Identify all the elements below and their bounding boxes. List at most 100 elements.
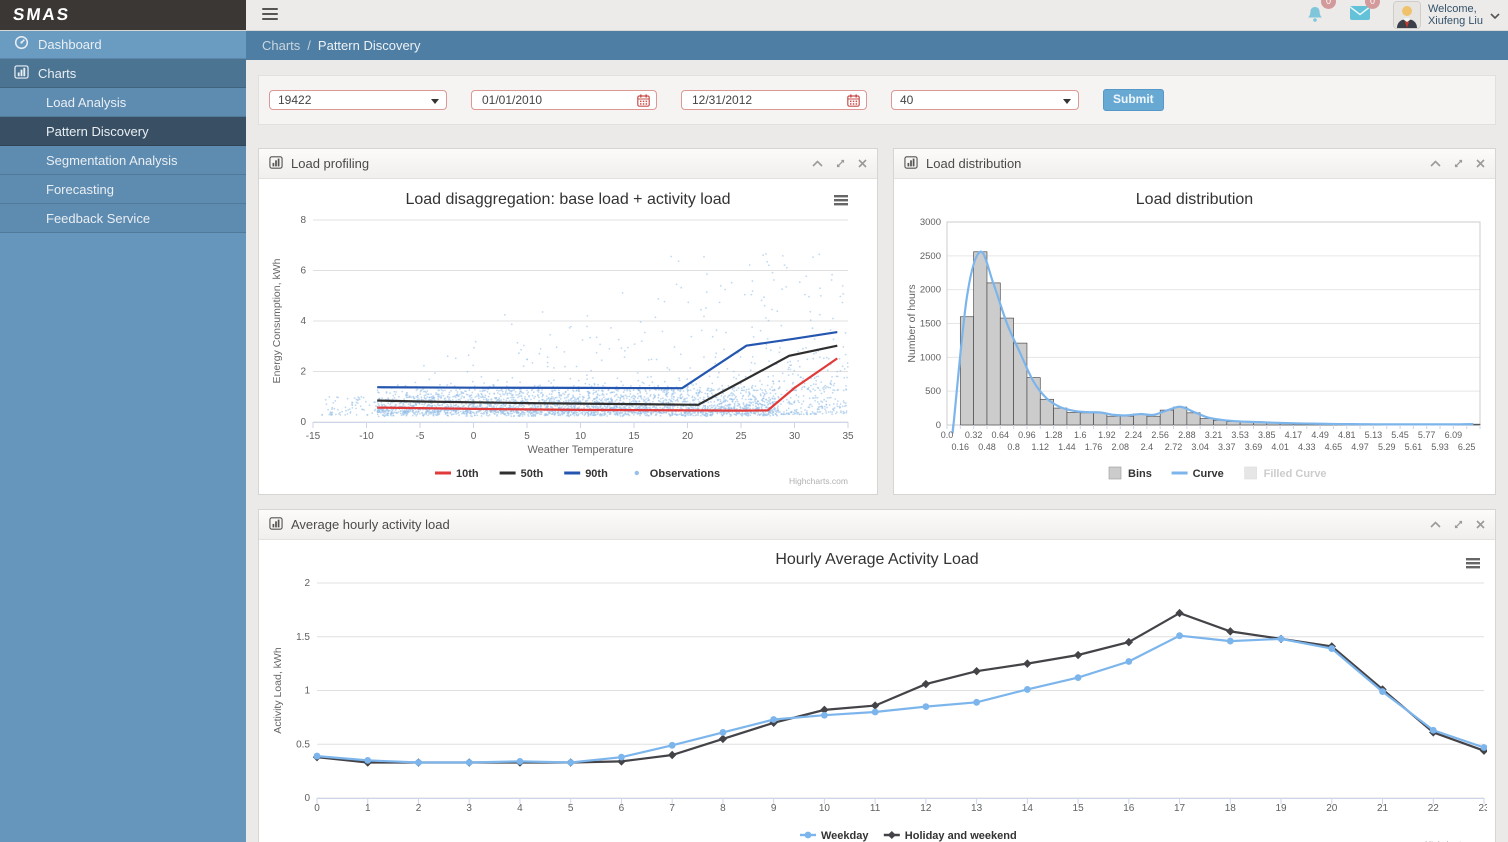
svg-text:0.64: 0.64 bbox=[992, 430, 1010, 440]
notifications-button[interactable]: 0 bbox=[1305, 5, 1327, 25]
svg-text:3: 3 bbox=[466, 803, 472, 814]
svg-text:30: 30 bbox=[789, 431, 801, 442]
app-logo: SMAS bbox=[0, 0, 246, 30]
svg-text:15: 15 bbox=[1073, 803, 1085, 814]
svg-text:15: 15 bbox=[628, 431, 640, 442]
svg-text:Energy Consumption, kWh: Energy Consumption, kWh bbox=[271, 258, 283, 383]
svg-text:2.72: 2.72 bbox=[1165, 442, 1183, 452]
start-date-field[interactable] bbox=[471, 90, 657, 110]
svg-text:2000: 2000 bbox=[920, 285, 941, 296]
sidebar-item-label: Load Analysis bbox=[46, 95, 126, 110]
messages-badge: 0 bbox=[1365, 0, 1380, 9]
legend-item[interactable]: 50th bbox=[500, 468, 544, 480]
svg-text:1.12: 1.12 bbox=[1032, 442, 1050, 452]
svg-text:4.97: 4.97 bbox=[1351, 442, 1369, 452]
welcome-text: Welcome,Xiufeng Liu bbox=[1428, 3, 1483, 27]
legend-item[interactable]: Weekday bbox=[800, 830, 869, 842]
panel-title: Average hourly activity load bbox=[291, 517, 450, 532]
svg-text:0: 0 bbox=[300, 417, 306, 428]
svg-text:-10: -10 bbox=[359, 431, 374, 442]
close-icon[interactable] bbox=[1476, 159, 1485, 168]
svg-text:2.4: 2.4 bbox=[1141, 442, 1154, 452]
content: 19422 40 bbox=[246, 60, 1508, 842]
series-50th bbox=[377, 346, 837, 405]
svg-text:Curve: Curve bbox=[1193, 468, 1224, 480]
expand-icon[interactable] bbox=[1453, 519, 1464, 530]
sidebar-item-label: Charts bbox=[38, 66, 76, 81]
sidebar: Dashboard Charts Load Analysis Pattern D… bbox=[0, 30, 246, 842]
svg-text:0.16: 0.16 bbox=[952, 442, 970, 452]
sidebar-item-feedback-service[interactable]: Feedback Service bbox=[0, 204, 246, 233]
svg-text:2.88: 2.88 bbox=[1178, 430, 1196, 440]
sidebar-item-pattern-discovery[interactable]: Pattern Discovery bbox=[0, 117, 246, 146]
svg-text:1.28: 1.28 bbox=[1045, 430, 1063, 440]
avatar bbox=[1393, 1, 1421, 29]
bins-select-value: 40 bbox=[900, 93, 913, 107]
legend-item[interactable]: Holiday and weekend bbox=[884, 830, 1017, 842]
svg-text:1500: 1500 bbox=[920, 319, 941, 330]
legend-item[interactable]: Curve bbox=[1172, 468, 1224, 480]
legend: 10th 50th 90th Observations bbox=[435, 468, 720, 480]
close-icon[interactable] bbox=[1476, 520, 1485, 529]
svg-text:Holiday and weekend: Holiday and weekend bbox=[905, 830, 1017, 842]
submit-button[interactable]: Submit bbox=[1103, 89, 1164, 111]
svg-text:17: 17 bbox=[1174, 803, 1186, 814]
svg-text:4: 4 bbox=[517, 803, 523, 814]
svg-text:2.24: 2.24 bbox=[1125, 430, 1143, 440]
svg-text:19: 19 bbox=[1275, 803, 1287, 814]
legend-item[interactable]: 90th bbox=[564, 468, 608, 480]
expand-icon[interactable] bbox=[835, 158, 846, 169]
legend-item[interactable]: Filled Curve bbox=[1245, 467, 1327, 480]
collapse-icon[interactable] bbox=[1430, 160, 1441, 167]
svg-text:10th: 10th bbox=[456, 468, 479, 480]
end-date-input[interactable] bbox=[690, 92, 858, 108]
svg-text:-15: -15 bbox=[306, 431, 321, 442]
collapse-icon[interactable] bbox=[812, 160, 823, 167]
svg-text:3.37: 3.37 bbox=[1218, 442, 1236, 452]
breadcrumb-page: Pattern Discovery bbox=[318, 38, 421, 53]
legend: Weekday Holiday and weekend bbox=[800, 830, 1017, 842]
sidebar-item-forecasting[interactable]: Forecasting bbox=[0, 175, 246, 204]
load-profiling-chart: Load disaggregation: base load + activit… bbox=[267, 187, 869, 493]
svg-text:20: 20 bbox=[1326, 803, 1338, 814]
end-date-field[interactable] bbox=[681, 90, 867, 110]
breadcrumb-separator: / bbox=[307, 38, 311, 53]
svg-text:0.8: 0.8 bbox=[1007, 442, 1020, 452]
breadcrumb-section[interactable]: Charts bbox=[262, 38, 300, 53]
series-90th bbox=[377, 332, 837, 388]
svg-text:14: 14 bbox=[1022, 803, 1034, 814]
legend-item[interactable]: Observations bbox=[635, 468, 721, 480]
sidebar-item-charts[interactable]: Charts bbox=[0, 59, 246, 88]
series-Holiday and weekend bbox=[313, 609, 1487, 767]
export-menu-icon[interactable] bbox=[1466, 558, 1480, 568]
load-distribution-panel: Load distribution Load distribution05001… bbox=[893, 148, 1496, 495]
svg-text:4.33: 4.33 bbox=[1298, 442, 1316, 452]
svg-text:35: 35 bbox=[842, 431, 854, 442]
sidebar-toggle-icon[interactable] bbox=[262, 8, 278, 22]
sidebar-item-segmentation-analysis[interactable]: Segmentation Analysis bbox=[0, 146, 246, 175]
legend-item[interactable]: 10th bbox=[435, 468, 479, 480]
svg-text:8: 8 bbox=[300, 215, 306, 226]
start-date-input[interactable] bbox=[480, 92, 648, 108]
user-menu[interactable]: Welcome,Xiufeng Liu bbox=[1393, 1, 1500, 29]
panel-chart-icon bbox=[269, 156, 283, 172]
svg-text:3.21: 3.21 bbox=[1205, 430, 1223, 440]
collapse-icon[interactable] bbox=[1430, 521, 1441, 528]
export-menu-icon[interactable] bbox=[834, 195, 848, 205]
svg-text:6: 6 bbox=[619, 803, 625, 814]
svg-text:Load disaggregation: base load: Load disaggregation: base load + activit… bbox=[405, 191, 730, 208]
legend-item[interactable]: Bins bbox=[1109, 467, 1152, 480]
sidebar-item-dashboard[interactable]: Dashboard bbox=[0, 30, 246, 59]
svg-text:2: 2 bbox=[304, 578, 310, 589]
messages-button[interactable]: 0 bbox=[1349, 5, 1371, 25]
meter-select[interactable]: 19422 bbox=[269, 90, 447, 110]
bins-select[interactable]: 40 bbox=[891, 90, 1079, 110]
svg-text:50th: 50th bbox=[521, 468, 544, 480]
dashboard-icon bbox=[14, 35, 29, 53]
expand-icon[interactable] bbox=[1453, 158, 1464, 169]
svg-text:Weather Temperature: Weather Temperature bbox=[528, 444, 634, 456]
load-distribution-chart: Load distribution05001000150020002500300… bbox=[902, 187, 1487, 493]
panel-chart-icon bbox=[269, 517, 283, 533]
close-icon[interactable] bbox=[858, 159, 867, 168]
sidebar-item-load-analysis[interactable]: Load Analysis bbox=[0, 88, 246, 117]
